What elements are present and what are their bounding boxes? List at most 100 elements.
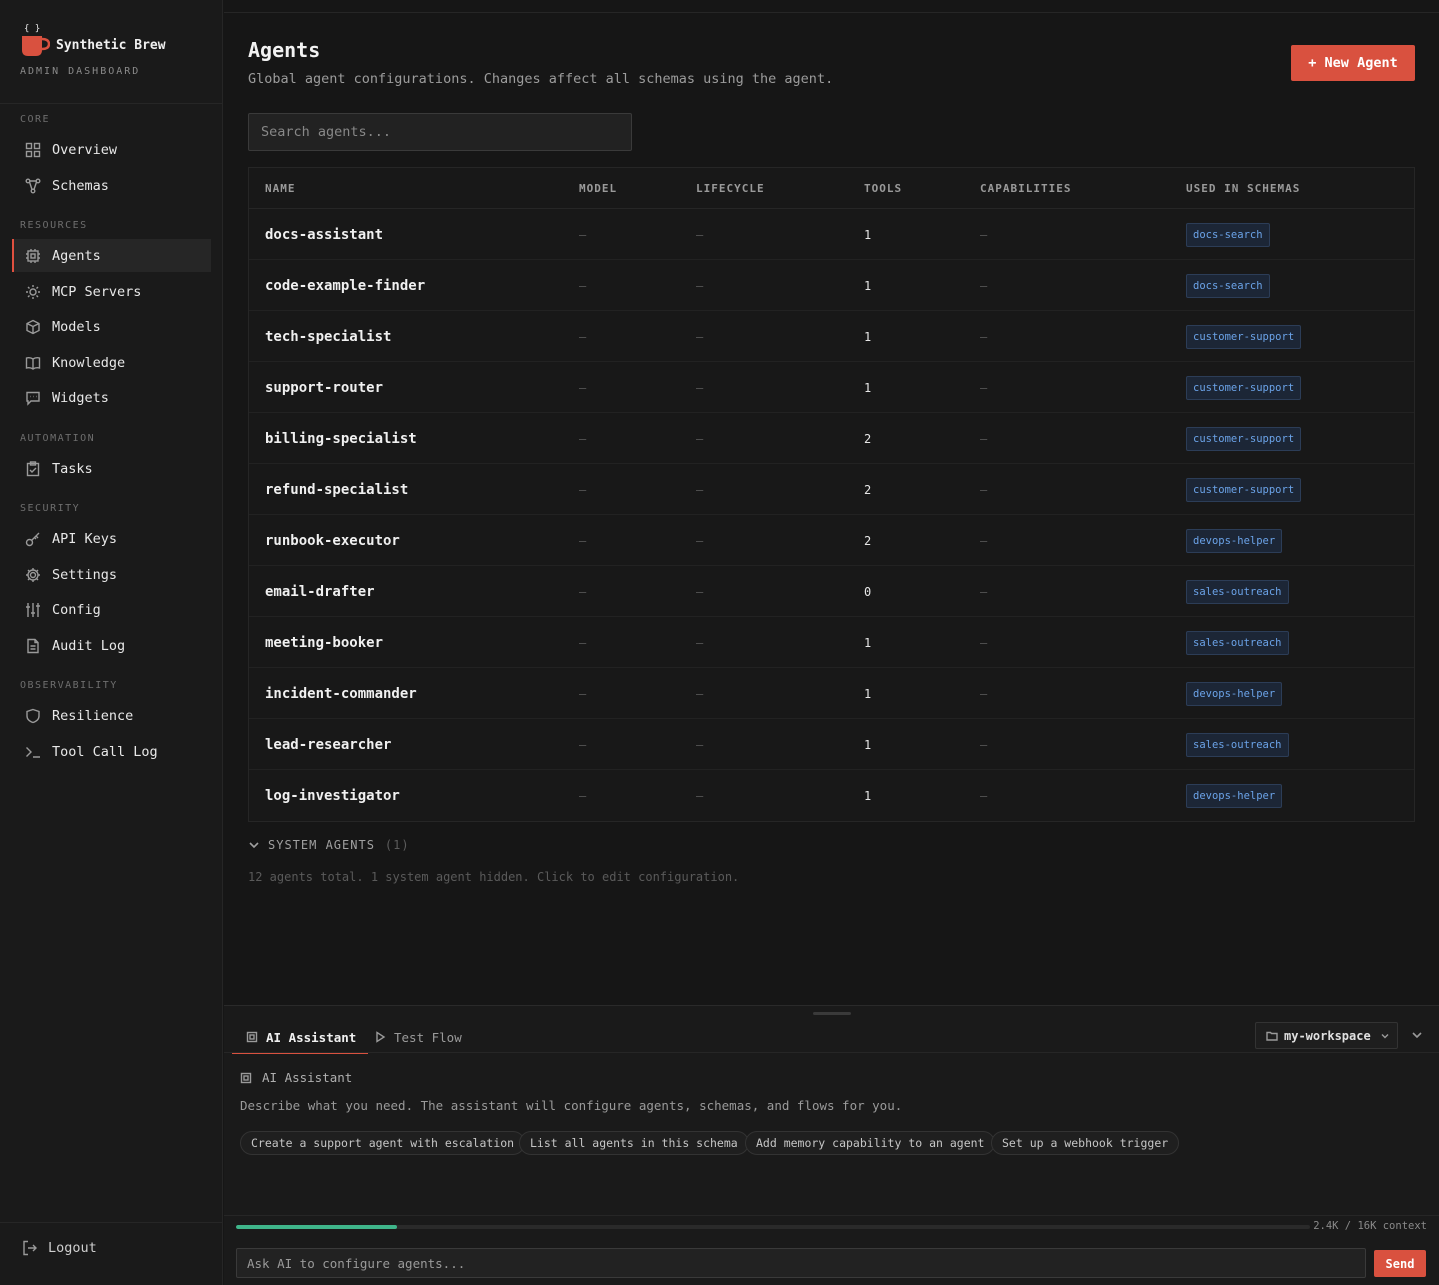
sidebar-item-mcp-servers[interactable]: MCP Servers bbox=[12, 275, 211, 308]
table-row[interactable]: docs-assistant — — 1 — docs-search bbox=[249, 209, 1414, 260]
sidebar-item-label: Settings bbox=[52, 566, 118, 583]
agent-tools-count: 1 bbox=[864, 686, 872, 701]
chat-input[interactable] bbox=[236, 1248, 1366, 1278]
agent-capabilities: — bbox=[980, 686, 988, 701]
suggestion-chip[interactable]: Create a support agent with escalation bbox=[240, 1131, 526, 1155]
schema-badge[interactable]: devops-helper bbox=[1186, 783, 1283, 808]
table-row[interactable]: billing-specialist — — 2 — customer-support bbox=[249, 413, 1414, 464]
agent-schemas-cell: devops-helper bbox=[1186, 668, 1283, 719]
agent-lifecycle: — bbox=[696, 431, 704, 446]
tab-ai-assistant[interactable]: AI Assistant bbox=[232, 1022, 369, 1054]
collapse-panel-button[interactable] bbox=[1410, 1028, 1426, 1044]
schema-badge[interactable]: docs-search bbox=[1186, 222, 1270, 247]
sidebar-item-config[interactable]: Config bbox=[12, 593, 211, 626]
table-row[interactable]: incident-commander — — 1 — devops-helper bbox=[249, 668, 1414, 719]
agent-tools-count: 0 bbox=[864, 584, 872, 599]
agent-capabilities: — bbox=[980, 788, 988, 803]
sidebar-item-tasks[interactable]: Tasks bbox=[12, 452, 211, 485]
assistant-title-label: AI Assistant bbox=[262, 1070, 353, 1085]
agent-name: log-investigator bbox=[265, 787, 400, 804]
gear-icon bbox=[24, 566, 42, 584]
column-header-lifecycle[interactable]: LIFECYCLE bbox=[696, 182, 765, 195]
schema-badge[interactable]: sales-outreach bbox=[1186, 579, 1289, 604]
agent-schemas-cell: customer-support bbox=[1186, 413, 1302, 464]
sidebar-item-label: Schemas bbox=[52, 177, 109, 194]
sidebar-item-tool-call-log[interactable]: Tool Call Log bbox=[12, 735, 211, 768]
table-row[interactable]: support-router — — 1 — customer-support bbox=[249, 362, 1414, 413]
agent-tools-count: 1 bbox=[864, 227, 872, 242]
sidebar-item-api-keys[interactable]: API Keys bbox=[12, 522, 211, 555]
schema-badge[interactable]: customer-support bbox=[1186, 426, 1302, 451]
agent-name: tech-specialist bbox=[265, 328, 392, 345]
context-usage-bar bbox=[236, 1225, 1310, 1229]
column-header-name[interactable]: NAME bbox=[265, 182, 296, 195]
nav-section-core: CORE bbox=[20, 114, 51, 125]
divider bbox=[0, 103, 223, 104]
logout-button[interactable]: Logout bbox=[22, 1240, 97, 1256]
agent-schemas-cell: customer-support bbox=[1186, 464, 1302, 515]
suggestion-chip[interactable]: List all agents in this schema bbox=[519, 1131, 749, 1155]
agent-tools-count: 2 bbox=[864, 431, 872, 446]
suggestion-chip[interactable]: Add memory capability to an agent bbox=[745, 1131, 996, 1155]
column-header-capabilities[interactable]: CAPABILITIES bbox=[980, 182, 1071, 195]
tab-test-flow[interactable]: Test Flow bbox=[370, 1022, 462, 1052]
sidebar-item-label: Audit Log bbox=[52, 637, 126, 654]
column-header-used-in-schemas[interactable]: USED IN SCHEMAS bbox=[1186, 182, 1300, 195]
schema-badge[interactable]: sales-outreach bbox=[1186, 732, 1289, 757]
agent-tools-count: 2 bbox=[864, 533, 872, 548]
agent-lifecycle: — bbox=[696, 482, 704, 497]
assistant-title: AI Assistant bbox=[240, 1070, 352, 1085]
system-agents-toggle[interactable]: SYSTEM AGENTS (1) bbox=[248, 838, 410, 852]
shield-icon bbox=[24, 707, 42, 725]
sidebar-item-agents[interactable]: Agents bbox=[12, 239, 211, 272]
schema-badge[interactable]: customer-support bbox=[1186, 477, 1302, 502]
schema-badge[interactable]: devops-helper bbox=[1186, 528, 1283, 553]
table-row[interactable]: meeting-booker — — 1 — sales-outreach bbox=[249, 617, 1414, 668]
sidebar-item-schemas[interactable]: Schemas bbox=[12, 169, 211, 202]
table-row[interactable]: code-example-finder — — 1 — docs-search bbox=[249, 260, 1414, 311]
sidebar-item-audit-log[interactable]: Audit Log bbox=[12, 629, 211, 662]
schema-badge[interactable]: docs-search bbox=[1186, 273, 1270, 298]
agent-lifecycle: — bbox=[696, 635, 704, 650]
column-header-model[interactable]: MODEL bbox=[579, 182, 617, 195]
column-header-tools[interactable]: TOOLS bbox=[864, 182, 902, 195]
chat-icon bbox=[24, 389, 42, 407]
tab-label: Test Flow bbox=[394, 1029, 462, 1045]
sidebar-item-widgets[interactable]: Widgets bbox=[12, 381, 211, 414]
sidebar-item-settings[interactable]: Settings bbox=[12, 558, 211, 591]
schema-badge[interactable]: customer-support bbox=[1186, 324, 1302, 349]
sidebar-item-label: Tasks bbox=[52, 460, 93, 477]
send-button[interactable]: Send bbox=[1374, 1250, 1426, 1277]
sidebar-item-models[interactable]: Models bbox=[12, 310, 211, 343]
sidebar-item-knowledge[interactable]: Knowledge bbox=[12, 346, 211, 379]
workspace-name: my-workspace bbox=[1284, 1028, 1371, 1043]
agent-capabilities: — bbox=[980, 431, 988, 446]
table-row[interactable]: email-drafter — — 0 — sales-outreach bbox=[249, 566, 1414, 617]
table-row[interactable]: runbook-executor — — 2 — devops-helper bbox=[249, 515, 1414, 566]
agent-tools-count: 1 bbox=[864, 329, 872, 344]
schema-badge[interactable]: devops-helper bbox=[1186, 681, 1283, 706]
page-subtitle: Global agent configurations. Changes aff… bbox=[248, 71, 834, 87]
agent-schemas-cell: docs-search bbox=[1186, 260, 1270, 311]
table-row[interactable]: tech-specialist — — 1 — customer-support bbox=[249, 311, 1414, 362]
grid-icon bbox=[24, 141, 42, 159]
agent-capabilities: — bbox=[980, 329, 988, 344]
schema-badge[interactable]: sales-outreach bbox=[1186, 630, 1289, 655]
table-row[interactable]: refund-specialist — — 2 — customer-support bbox=[249, 464, 1414, 515]
schema-badge[interactable]: customer-support bbox=[1186, 375, 1302, 400]
new-agent-button[interactable]: + New Agent bbox=[1291, 45, 1415, 81]
table-row[interactable]: lead-researcher — — 1 — sales-outreach bbox=[249, 719, 1414, 770]
panel-resize-handle[interactable] bbox=[813, 1012, 851, 1015]
agent-schemas-cell: sales-outreach bbox=[1186, 617, 1289, 668]
sun-icon bbox=[24, 283, 42, 301]
workspace-selector[interactable]: my-workspace bbox=[1255, 1022, 1398, 1049]
context-usage-fill bbox=[236, 1225, 398, 1229]
sidebar-item-overview[interactable]: Overview bbox=[12, 133, 211, 166]
search-input[interactable] bbox=[248, 113, 632, 151]
sidebar-item-resilience[interactable]: Resilience bbox=[12, 699, 211, 732]
agent-lifecycle: — bbox=[696, 278, 704, 293]
table-row[interactable]: log-investigator — — 1 — devops-helper bbox=[249, 770, 1414, 821]
agent-name: refund-specialist bbox=[265, 481, 409, 498]
agent-capabilities: — bbox=[980, 482, 988, 497]
suggestion-chip[interactable]: Set up a webhook trigger bbox=[991, 1131, 1180, 1155]
